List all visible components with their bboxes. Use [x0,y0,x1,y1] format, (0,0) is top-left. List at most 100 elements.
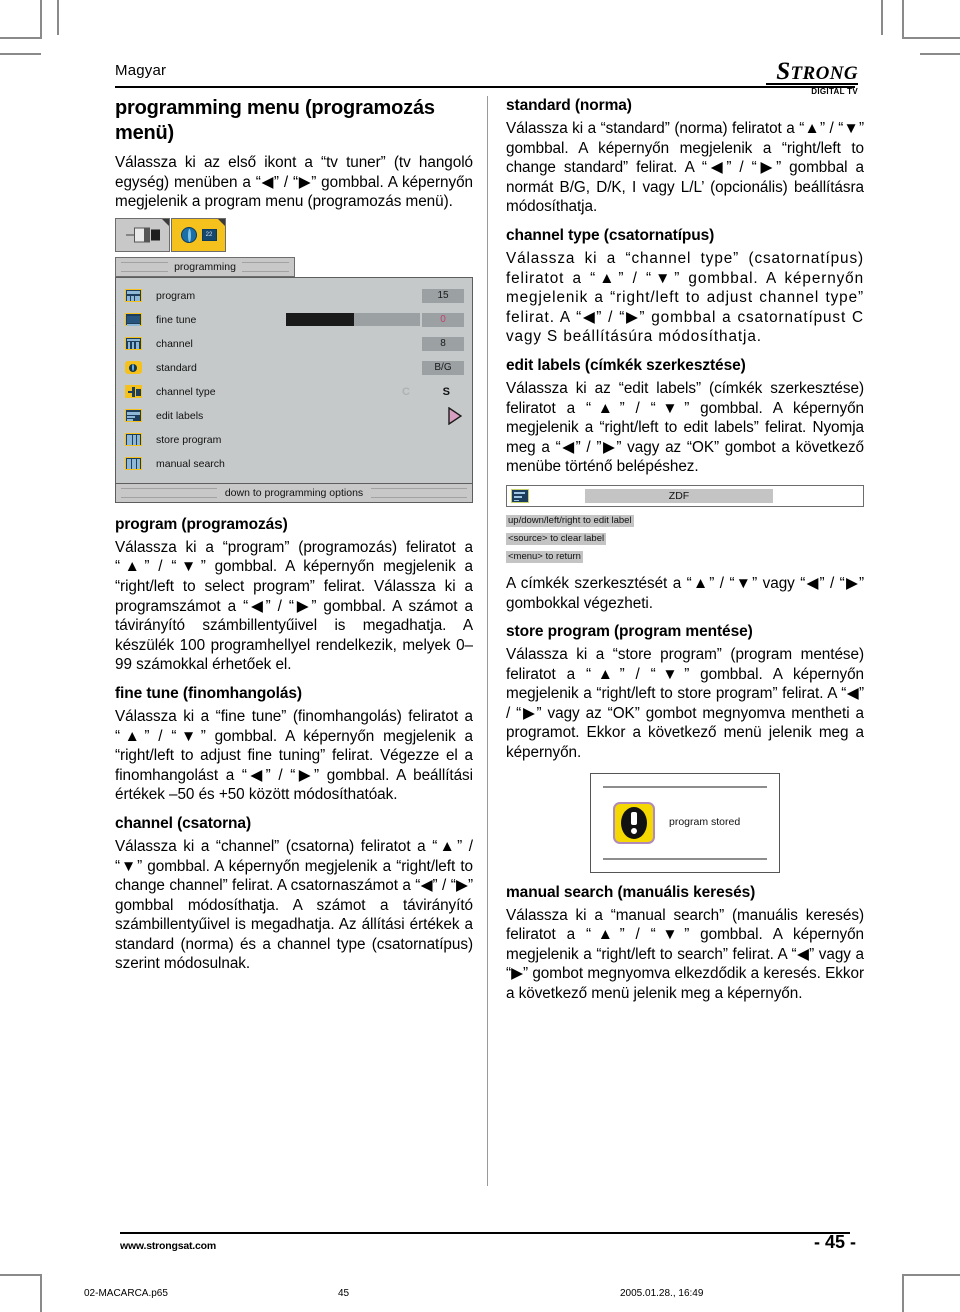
osd-row-value: 15 [422,288,464,303]
crop-mark-bl-h [0,1274,42,1276]
intro-paragraph: Válassza ki az első ikont a “tv tuner” (… [115,154,473,211]
channel-icon [125,337,142,351]
osd-row-fine-tune[interactable]: fine tune 0 [116,308,472,332]
osd-row-value: 8 [422,336,464,351]
osd-title-text: programming [168,260,242,273]
osd-row-label: manual search [156,457,225,470]
osd-tab-strip: 22 [115,217,473,258]
section-body-channel-type: Válassza ki a “channel type” (csatornatí… [506,249,864,346]
crop-mark-tl-v [40,0,42,37]
fine-tune-slider[interactable] [286,313,420,327]
crop-mark-tl-h [0,37,42,39]
section-body-store-program: Válassza ki a “store program” (program m… [506,646,864,762]
section-heading-store-program: store program (program mentése) [506,623,753,641]
edit-labels-icon [511,488,529,503]
manual-page: Magyar STRONG DIGITAL TV programming men… [0,0,960,1312]
section-heading-fine-tune: fine tune (finomhangolás) [115,684,302,702]
osd-row-label: standard [156,361,197,374]
edit-label-value[interactable]: ZDF [585,488,773,503]
crop-mark-tr-v [902,0,904,37]
section-heading-manual-search: manual search (manuális keresés) [506,883,756,901]
edit-labels-screenshot: ZDF up/down/left/right to edit label <so… [506,484,864,564]
edit-label-hint: <menu> to return [506,550,583,564]
right-column: standard (norma) Válassza ki a “standard… [506,96,864,1007]
osd-row-label: channel type [156,385,216,398]
language-label: Magyar [115,62,167,79]
edit-label-hint: up/down/left/right to edit label [506,514,634,528]
strong-logo: STRONG DIGITAL TV [766,59,858,96]
store-program-icon [125,433,142,447]
crop-mark-br-h [902,1274,960,1276]
osd-row-standard[interactable]: standard B/G [116,356,472,380]
crop-mark-tr-v5 [881,0,883,35]
logo-wordmark: STRONG [766,59,858,85]
osd-row-label: program [156,289,196,302]
tab-programming[interactable]: 22 [171,217,226,252]
channel-type-value-c: C [402,385,410,398]
edit-label-bar: ZDF [506,484,864,507]
osd-row-label: store program [156,433,222,446]
section-body-channel: Válassza ki a “channel” (csatorna) felir… [115,837,473,973]
print-timestamp: 2005.01.28., 16:49 [620,1288,704,1299]
osd-row-label: channel [156,337,193,350]
edit-labels-enter-arrow-icon[interactable] [448,406,463,426]
osd-row-value: B/G [422,360,464,375]
crop-mark-tl-v2 [57,0,59,35]
manual-search-icon [125,457,142,471]
channel-type-icon [125,385,142,399]
program-stored-caption: program stored [669,815,741,828]
osd-row-label: fine tune [156,313,197,326]
osd-row-label: edit labels [156,409,204,422]
osd-footer-text: down to programming options [216,486,372,499]
programming-icon: 22 [180,226,217,243]
tab-tv-tuner[interactable] [115,217,170,252]
fine-tune-icon [125,313,142,327]
osd-row-edit-labels[interactable]: edit labels [116,404,472,428]
section-heading-program: program (programozás) [115,515,288,533]
crop-mark-tr-h [902,37,960,39]
edit-labels-icon [125,409,142,423]
osd-row-value: 0 [422,312,464,327]
section-body-program: Válassza ki a “program” (programozás) fe… [115,538,473,674]
section-body-edit-labels: Válassza ki az “edit labels” (címkék sze… [506,379,864,476]
section-body-manual-search: Válassza ki a “manual search” (manuális … [506,906,864,1003]
osd-row-manual-search[interactable]: manual search [116,452,472,476]
print-page-number: 45 [338,1288,350,1299]
program-stored-screenshot: program stored [590,772,780,873]
standard-icon [125,361,142,375]
osd-row-program[interactable]: program 15 [116,284,472,308]
warning-exclamation-icon [613,801,655,844]
column-divider [487,96,489,1186]
edit-label-hints: up/down/left/right to edit label <source… [506,510,864,564]
osd-options-panel: program 15 fine tune 0 channel 8 standar… [115,276,473,484]
osd-row-channel[interactable]: channel 8 [116,332,472,356]
after-labels-paragraph: A címkék szerkesztését a “▲” / “▼” vagy … [506,574,864,612]
tab-fold-icon [162,218,169,226]
header-divider [115,86,855,88]
crop-mark-bl-v [40,1275,42,1312]
section-heading-edit-labels: edit labels (címkék szerkesztése) [506,356,746,374]
page-number: - 45 - [813,1232,856,1252]
programming-menu-screenshot: 22 programming program 15 fine tune 0 ch… [115,217,473,503]
footer-url[interactable]: www.strongsat.com [120,1240,216,1252]
page-title: programming menu (programozás menü) [115,97,435,144]
osd-row-channel-type[interactable]: channel type C S [116,380,472,404]
osd-footer-bar: down to programming options [115,482,473,503]
left-column: programming menu (programozás menü) Vála… [115,96,473,977]
logo-initial: S [776,58,791,85]
crop-mark-br-v [902,1275,904,1312]
program-icon [125,289,142,303]
section-body-fine-tune: Válassza ki a “fine tune” (finomhangolás… [115,707,473,804]
footer-divider [120,1232,850,1234]
print-file-name: 02-MACARCA.p65 [84,1288,168,1299]
section-body-standard: Válassza ki a “standard” (norma) felirat… [506,120,864,216]
osd-title-bar: programming [115,256,295,277]
channel-type-value-s: S [442,385,450,398]
section-heading-channel-type: channel type (csatornatípus) [506,226,715,244]
crop-mark-tl-h2 [0,53,41,55]
osd-row-store-program[interactable]: store program [116,428,472,452]
section-heading-standard: standard (norma) [506,97,632,114]
fine-tune-slider-fill [286,313,355,327]
logo-name: TRONG [790,63,858,84]
edit-label-hint: <source> to clear label [506,532,607,546]
